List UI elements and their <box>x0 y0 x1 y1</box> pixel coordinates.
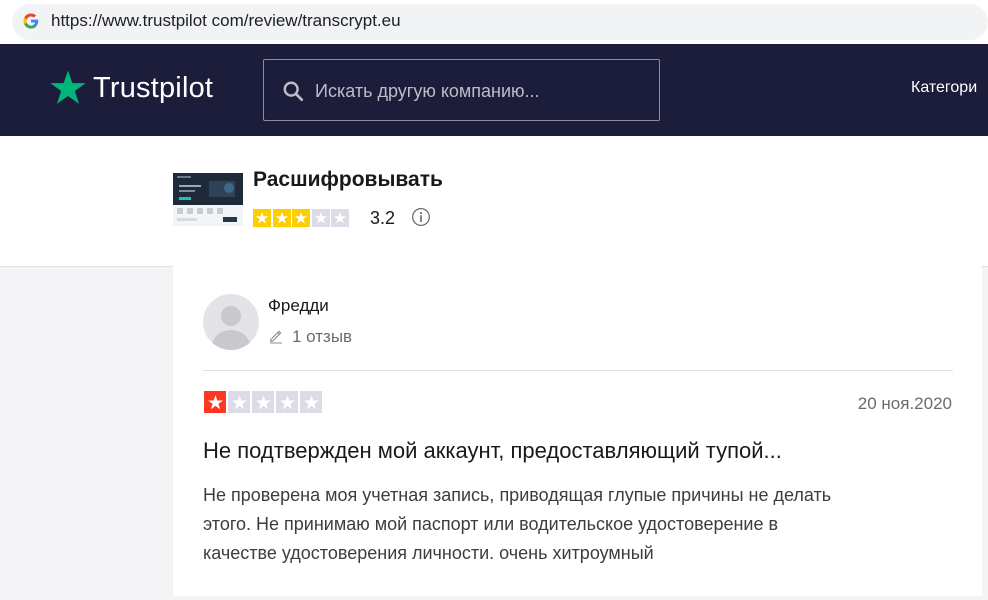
star-icon <box>276 391 298 413</box>
star-icon <box>272 209 291 227</box>
star-icon <box>292 209 310 227</box>
star-icon <box>311 209 330 227</box>
browser-address-bar: https://www.trustpilot com/review/transc… <box>0 0 988 44</box>
review-card: Фредди 1 отзыв 20 ноя.2020 Не подтвержде… <box>173 266 982 596</box>
company-summary: Расшифровывать 3.2 <box>0 136 988 267</box>
company-star-rating <box>253 209 351 227</box>
review-body: Не проверена моя учетная запись, приводя… <box>203 481 963 568</box>
star-icon <box>300 391 322 413</box>
company-screenshot-thumbnail[interactable] <box>173 173 243 226</box>
trust-score: 3.2 <box>370 208 396 228</box>
url-text[interactable]: https://www.trustpilot com/review/transc… <box>51 11 401 31</box>
google-icon <box>23 13 39 29</box>
trustpilot-star-icon <box>50 70 86 104</box>
info-icon[interactable] <box>411 207 431 227</box>
review-count: 1 отзыв <box>292 327 353 346</box>
logo-text: Trustpilot <box>93 72 214 104</box>
review-body-line: качестве удостоверения личности. очень х… <box>203 543 654 563</box>
review-title[interactable]: Не подтвержден мой аккаунт, предоставляю… <box>203 438 782 464</box>
star-icon <box>253 209 271 227</box>
review-author-name[interactable]: Фредди <box>268 296 329 316</box>
review-star-rating <box>204 391 324 413</box>
search-input[interactable]: Искать другую компанию... <box>263 59 660 121</box>
site-header: Trustpilot Искать другую компанию... Кат… <box>0 44 988 136</box>
star-icon <box>252 391 274 413</box>
nav-categories-link[interactable]: Категори <box>911 79 977 97</box>
search-icon <box>283 81 304 102</box>
search-placeholder: Искать другую компанию... <box>315 81 540 101</box>
avatar-placeholder-icon <box>211 306 251 350</box>
avatar[interactable] <box>203 294 259 350</box>
company-name[interactable]: Расшифровывать <box>253 168 443 192</box>
pencil-icon <box>270 330 282 344</box>
star-icon <box>228 391 250 413</box>
review-date: 20 ноя.2020 <box>857 394 952 413</box>
divider <box>203 370 953 371</box>
star-icon <box>331 209 349 227</box>
star-icon <box>204 391 226 413</box>
review-body-line: этого. Не принимаю мой паспорт или водит… <box>203 514 779 534</box>
review-body-line: Не проверена моя учетная запись, приводя… <box>203 485 832 505</box>
